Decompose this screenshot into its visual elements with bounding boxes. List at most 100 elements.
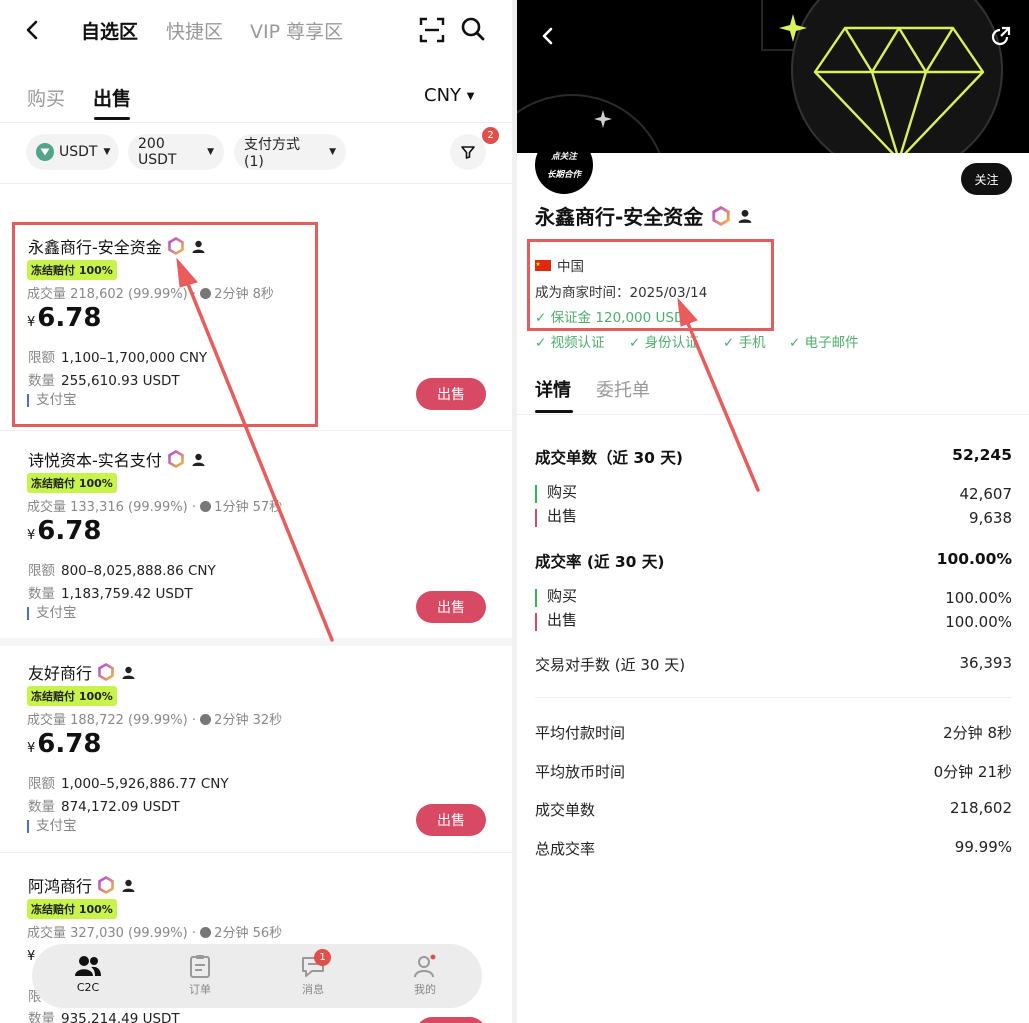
merchant-name-row[interactable]: 诗悦资本-实名支付 (28, 447, 206, 471)
total-rate-row: 总成交率 99.99% (535, 838, 1012, 859)
nav-orders[interactable]: 订单 (170, 954, 230, 997)
bottom-nav: C2C 订单 消息 1 我的 (32, 944, 482, 1008)
merchant-user-icon (737, 208, 753, 224)
nav-c2c[interactable]: C2C (58, 954, 118, 994)
currency-select[interactable]: CNY ▼ (424, 85, 474, 106)
tab-favorites[interactable]: 自选区 (81, 17, 138, 44)
clock-icon (200, 927, 212, 938)
tab-vip[interactable]: VIP 尊享区 (250, 17, 343, 44)
clock-icon (200, 714, 212, 725)
avatar-text: 长期合作 (546, 170, 581, 180)
payment-filter[interactable]: 支付方式 (1) ▼ (234, 134, 346, 170)
orders-30d-row: 成交单数（近 30 天) 52,245 (535, 446, 1012, 468)
currency-symbol: ¥ (27, 315, 36, 330)
merchant-user-icon (191, 452, 206, 467)
price: ¥6.78 (27, 729, 101, 759)
limit-row: 限额 1,000–5,926,886.77 CNY (28, 772, 229, 792)
scan-icon[interactable] (419, 17, 445, 43)
limit-label: 限额 (28, 350, 55, 366)
stat-value: 99.99% (954, 838, 1012, 856)
quantity-label: 数量 (28, 586, 55, 602)
follow-button[interactable]: 关注 (961, 163, 1012, 195)
quantity-row: 数量 1,183,759.42 USDT (28, 582, 193, 602)
section-divider (0, 638, 512, 646)
payment-method: 支付宝 (27, 606, 77, 620)
caret-down-icon: ▼ (466, 91, 475, 102)
share-icon[interactable] (989, 26, 1011, 48)
stat-label: 成交率 (近 30 天) (535, 553, 665, 571)
verified-hexagon-icon (711, 205, 731, 226)
quantity-label: 数量 (28, 799, 55, 815)
sell-button[interactable]: 出售 (416, 804, 486, 836)
filter-count-badge: 2 (482, 127, 499, 144)
merchant-name: 阿鸿商行 (28, 877, 93, 896)
limit-row: 限额 800–8,025,888.86 CNY (28, 559, 216, 579)
avg-pay-time-row: 平均付款时间 2分钟 8秒 (535, 722, 1012, 743)
divider (535, 697, 1012, 698)
sell-button[interactable] (416, 1017, 486, 1023)
currency-label: CNY (424, 85, 462, 106)
sell-button[interactable]: 出售 (416, 591, 486, 623)
trade-volume: 成交量 188,722 (99.99%) (27, 713, 188, 728)
caret-down-icon: ▼ (103, 147, 111, 157)
merchant-name-row[interactable]: 阿鸿商行 (28, 873, 136, 897)
clock-icon (200, 501, 212, 512)
price-value: 6.78 (37, 516, 102, 546)
profile-icon (413, 954, 437, 978)
filter-button[interactable] (450, 134, 486, 170)
stat-label: 出售 (535, 509, 577, 527)
search-icon[interactable] (460, 16, 486, 42)
quantity-value: 1,183,759.42 USDT (61, 586, 193, 602)
currency-symbol: ¥ (27, 741, 36, 756)
stat-value: 100.00% (945, 589, 1012, 607)
avatar[interactable]: 点关注 长期合作 (535, 136, 593, 194)
market-list-panel: 自选区 快捷区 VIP 尊享区 购买 出售 CNY ▼ USDT ▼ 200 US… (0, 0, 512, 1023)
back-arrow-icon[interactable] (22, 18, 42, 42)
coin-filter[interactable]: USDT ▼ (26, 134, 119, 170)
quantity-label: 数量 (28, 373, 55, 389)
freeze-compensation-badge: 冻结赔付 100% (27, 473, 117, 493)
payment-method: 支付宝 (27, 819, 77, 833)
trade-stats: 成交量 133,316 (99.99%) · 1分钟 57秒 (27, 496, 282, 515)
merchant-name: 永鑫商行-安全资金 (28, 238, 162, 257)
merchant-name: 永鑫商行-安全资金 (535, 205, 704, 229)
subtab-sell[interactable]: 出售 (93, 84, 131, 111)
amount-filter[interactable]: 200 USDT ▼ (128, 134, 224, 170)
subtab-buy[interactable]: 购买 (27, 84, 65, 111)
quantity-value: 935,214.49 USDT (61, 1011, 180, 1023)
freeze-compensation-badge: 冻结赔付 100% (27, 899, 117, 919)
price: ¥6.78 (27, 516, 101, 546)
limit-row: 限额 1,100–1,700,000 CNY (28, 346, 207, 366)
stat-label: 购买 (535, 485, 577, 503)
separator-dot: · (191, 500, 197, 515)
stat-label: 总成交率 (535, 840, 596, 858)
back-arrow-icon[interactable] (539, 25, 557, 47)
merchant-name-row[interactable]: 永鑫商行-安全资金 (28, 234, 206, 258)
price: ¥6.78 (27, 303, 101, 333)
sell-button[interactable]: 出售 (416, 378, 486, 410)
avg-time: 2分钟 32秒 (214, 713, 283, 728)
quantity-value: 255,610.93 USDT (61, 373, 180, 389)
nav-messages[interactable]: 消息 (283, 954, 343, 997)
trade-volume: 成交量 218,602 (99.99%) (27, 287, 188, 302)
china-flag-icon (535, 259, 551, 271)
separator-dot: · (191, 926, 197, 941)
video-verified: ✓ 视频认证 (535, 335, 605, 351)
avg-release-time-row: 平均放币时间 0分钟 21秒 (535, 761, 1012, 782)
tab-details[interactable]: 详情 (535, 376, 571, 402)
divider (0, 183, 512, 184)
avg-time: 1分钟 57秒 (214, 500, 283, 515)
country-name: 中国 (557, 259, 584, 275)
caret-down-icon: ▼ (329, 147, 336, 157)
tab-orders[interactable]: 委托单 (596, 376, 650, 402)
stat-value: 42,607 (959, 485, 1013, 503)
merchant-user-icon (191, 239, 206, 254)
merchant-name-row[interactable]: 友好商行 (28, 660, 136, 684)
tab-quick[interactable]: 快捷区 (166, 17, 223, 44)
stat-value: 100.00% (936, 550, 1012, 568)
nav-profile[interactable]: 我的 (395, 954, 455, 997)
quantity-row: 数量 935,214.49 USDT (28, 1007, 180, 1023)
divider (0, 122, 512, 123)
limit-value: 1,000–5,926,886.77 CNY (61, 776, 229, 792)
nav-label: 我的 (414, 983, 436, 996)
